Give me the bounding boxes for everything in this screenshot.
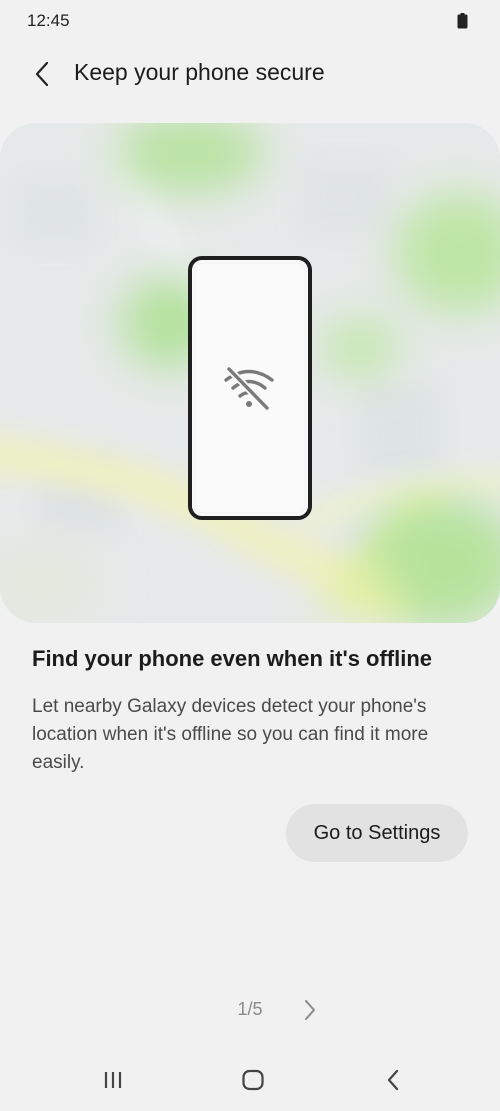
chevron-right-icon (305, 1000, 315, 1020)
wifi-off-icon (224, 365, 274, 412)
home-icon (242, 1069, 264, 1091)
status-bar: 12:45 (0, 0, 500, 44)
back-button[interactable] (22, 54, 62, 94)
status-time: 12:45 (27, 11, 70, 30)
pager: 1/5 (0, 990, 500, 1030)
next-page-button[interactable] (294, 994, 326, 1026)
go-to-settings-button[interactable]: Go to Settings (286, 804, 468, 862)
app-bar: Keep your phone secure (0, 44, 500, 104)
system-back-button[interactable] (373, 1064, 413, 1096)
chevron-left-icon (35, 61, 49, 87)
navigation-bar (0, 1050, 500, 1111)
page-title: Keep your phone secure (74, 59, 325, 85)
recent-apps-icon (104, 1072, 122, 1088)
page-indicator: 1/5 (237, 999, 263, 1019)
feature-headline: Find your phone even when it's offline (32, 646, 433, 671)
feature-description: Let nearby Galaxy devices detect your ph… (32, 696, 429, 773)
home-button[interactable] (233, 1064, 273, 1096)
back-icon (387, 1069, 399, 1091)
recent-apps-button[interactable] (93, 1064, 133, 1096)
battery-icon (457, 13, 468, 29)
